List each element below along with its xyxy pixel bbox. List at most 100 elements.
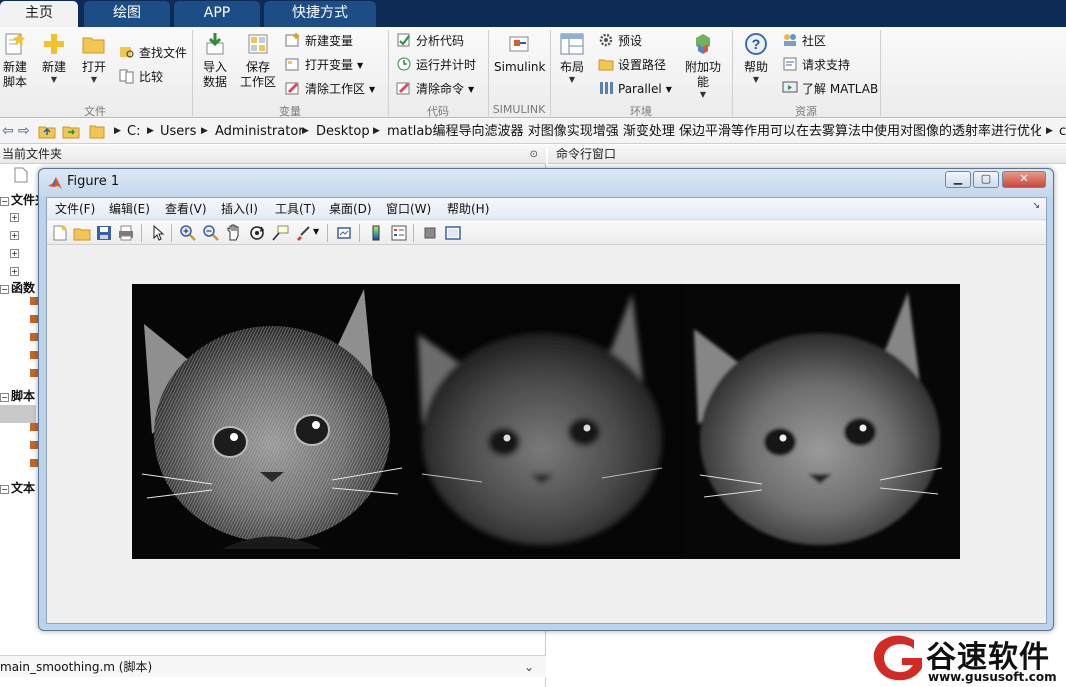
watermark: 谷速软件 www.gususoft.com [866,630,1066,687]
help-button[interactable]: ? 帮助 ▼ [740,31,772,85]
tree-row[interactable]: + [10,243,21,261]
back-icon[interactable]: ⇦ [2,123,14,140]
collapse-icon[interactable]: − [0,197,9,206]
tab-shortcuts[interactable]: 快捷方式 [264,1,376,27]
clear-workspace-icon [285,82,299,95]
arrow-pointer-icon[interactable] [149,224,167,242]
tree-row[interactable]: + [10,261,21,279]
expand-icon[interactable]: + [10,249,19,258]
minimize-button[interactable]: ▁ [945,171,971,188]
menu-help[interactable]: 帮助(H) [447,201,489,217]
rotate-3d-icon[interactable] [248,224,266,242]
forward-icon[interactable]: ⇨ [18,123,30,140]
breadcrumb-item[interactable]: Users [160,123,196,140]
legend-icon[interactable] [390,224,408,242]
save-workspace-button[interactable]: 保存 工作区 [238,31,278,90]
run-and-time-icon [397,57,411,71]
menu-insert[interactable]: 插入(I) [221,201,258,217]
maximize-button[interactable]: ▢ [973,171,999,188]
tab-plots[interactable]: 绘图 [84,1,170,27]
clear-workspace-label: 清除工作区 [305,82,366,96]
menu-desktop[interactable]: 桌面(D) [329,201,372,217]
tree-group-functions[interactable]: − 函数 [0,279,35,297]
open-variable-button[interactable]: 打开变量 ▼ [285,55,363,75]
collapse-icon[interactable]: − [0,285,9,294]
undock-arrow-icon[interactable]: ↘ [1032,201,1040,211]
collapse-icon[interactable]: − [0,485,9,494]
tab-home[interactable]: 主页 [0,1,78,27]
analyze-code-button[interactable]: 分析代码 [396,31,464,51]
selected-row[interactable] [0,405,36,423]
collapse-icon[interactable]: − [0,393,9,402]
menu-view[interactable]: 查看(V) [165,201,207,217]
set-path-button[interactable]: 设置路径 [598,55,666,75]
community-icon [784,34,796,46]
close-button[interactable]: ✕ [1002,171,1046,188]
link-plot-icon[interactable] [335,224,353,242]
breadcrumb-item[interactable]: matlab编程导向滤波器 对图像实现增强 渐变处理 保边平滑等作用可以在去雾算… [387,123,1041,140]
new-figure-icon[interactable] [51,224,69,242]
layout-button[interactable]: 布局 ▼ [556,31,588,85]
menu-window[interactable]: 窗口(W) [386,201,431,217]
folder-up-icon[interactable] [38,123,56,140]
zoom-in-icon[interactable] [179,224,197,242]
open-file-icon[interactable] [73,224,91,242]
breadcrumb-item[interactable]: Desktop [316,123,370,140]
expand-icon[interactable]: + [10,267,19,276]
expand-icon[interactable]: + [10,231,19,240]
figure-toolbar: ▼ [47,221,1046,245]
find-files-button[interactable]: 查找文件 [119,43,187,63]
chevron-down-icon[interactable]: ▼ [313,227,319,236]
open-button[interactable]: 打开 ▼ [79,31,109,85]
browse-folder-icon[interactable] [62,123,80,140]
breadcrumb-item[interactable]: C: [127,123,140,140]
chevron-down-icon[interactable]: ⌄ [524,656,534,678]
expand-icon[interactable]: + [10,213,19,222]
save-icon[interactable] [95,224,113,242]
add-ons-button[interactable]: 附加功能 ▼ [680,31,726,100]
menu-tools[interactable]: 工具(T) [275,201,316,217]
import-data-label-1: 导入 [202,60,227,74]
data-cursor-icon[interactable] [271,224,289,242]
zoom-out-icon[interactable] [202,224,220,242]
new-script-button[interactable]: 新建 脚本 [0,31,30,90]
panel-menu-icon[interactable]: ⊙ [530,145,538,164]
print-icon[interactable] [117,224,135,242]
file-icon [14,167,28,183]
new-label: 新建 [41,60,66,74]
simulink-button[interactable]: Simulink [494,31,545,75]
brush-icon[interactable] [294,224,312,242]
new-button[interactable]: 新建 ▼ [38,31,70,85]
colorbar-icon[interactable] [367,224,385,242]
pan-hand-icon[interactable] [225,224,243,242]
hide-plot-tools-icon[interactable] [421,224,439,242]
parallel-button[interactable]: Parallel ▼ [598,79,672,99]
chevron-down-icon: ▼ [357,61,364,70]
image-axes[interactable] [132,284,960,559]
new-variable-button[interactable]: 新建变量 [285,31,353,51]
figure-window: Figure 1 ▁ ▢ ✕ 文件(F) 编辑(E) 查看(V) 插入(I) 工… [38,168,1054,631]
figure-title-bar[interactable]: Figure 1 ▁ ▢ ✕ [39,169,1053,197]
show-plot-tools-icon[interactable] [444,224,462,242]
tree-row[interactable]: + [10,207,21,225]
tree-group-scripts[interactable]: − 脚本 [0,387,35,405]
clear-workspace-button[interactable]: 清除工作区 ▼ [285,79,375,99]
compare-button[interactable]: 比较 [119,67,163,87]
tab-apps[interactable]: APP [174,1,260,27]
menu-file[interactable]: 文件(F) [55,201,95,217]
breadcrumb-item[interactable]: c [1059,123,1066,140]
breadcrumb-item[interactable]: Administrator [215,123,304,140]
community-button[interactable]: 社区 [782,31,826,51]
run-and-time-button[interactable]: 运行并计时 [396,55,476,75]
breadcrumb-separator: ▶ [373,126,380,136]
request-support-button[interactable]: 请求支持 [782,55,850,75]
learn-matlab-button[interactable]: 了解 MATLAB [782,79,878,99]
file-details-bar[interactable]: main_smoothing.m (脚本) ⌄ [0,655,546,677]
menu-edit[interactable]: 编辑(E) [109,201,150,217]
tree-row[interactable]: + [10,225,21,243]
clear-commands-button[interactable]: 清除命令 ▼ [396,79,474,99]
preferences-button[interactable]: 预设 [598,31,642,51]
import-data-button[interactable]: 导入 数据 [200,31,230,90]
gear-icon [599,33,613,47]
tree-group-text[interactable]: − 文本 [0,479,35,497]
